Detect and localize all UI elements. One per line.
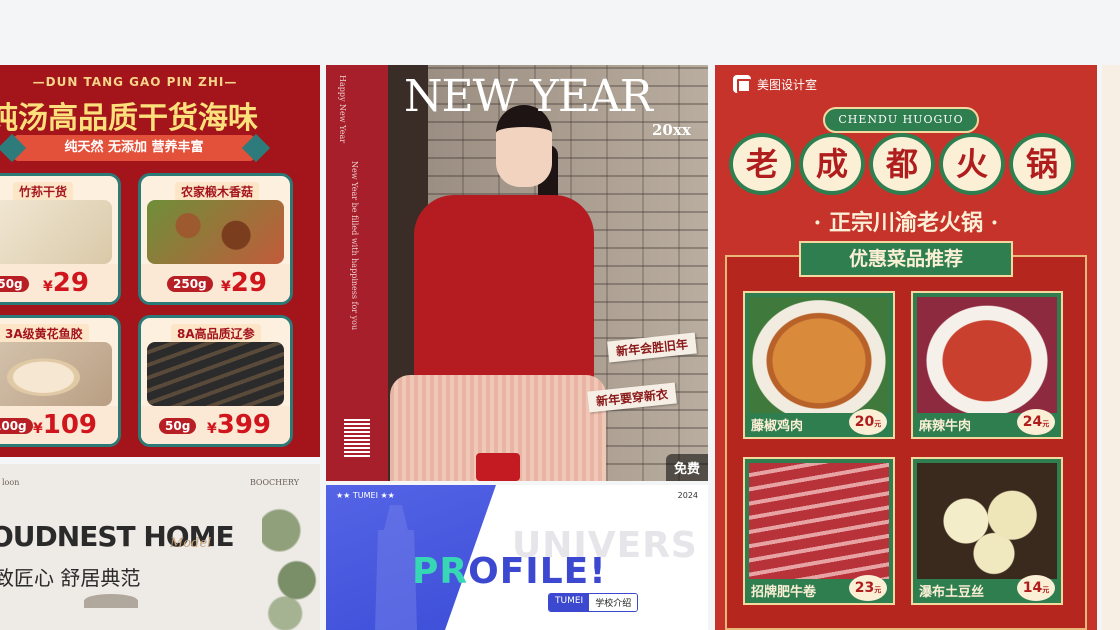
template-card-hotpot[interactable]: 美图设计室 CHENDU HUOGUO 老 成 都 火 锅 · 正宗川渝老火锅 … xyxy=(715,65,1097,630)
card-heading: NEW YEAR xyxy=(404,71,653,122)
product-weight: 50g xyxy=(159,418,197,434)
top-bar xyxy=(0,0,1120,62)
dish-card: 瀑布土豆丝 14元 xyxy=(911,457,1063,605)
product-price: ¥109 xyxy=(33,410,98,440)
price-bar xyxy=(141,264,290,302)
title-char: 成 xyxy=(799,133,865,195)
product-tile: 8A高品质辽参 50g ¥399 xyxy=(138,315,293,447)
card-subtitle: —DUN TANG GAO PIN ZHI— xyxy=(32,75,238,89)
dish-name: 招牌肥牛卷 xyxy=(751,585,817,600)
dish-name: 瀑布土豆丝 xyxy=(919,585,985,600)
product-weight: 100g xyxy=(0,418,33,434)
dish-card: 麻辣牛肉 24元 xyxy=(911,291,1063,439)
dish-price: 14元 xyxy=(1017,575,1055,601)
card-year: 20xx xyxy=(652,121,691,139)
template-card-partial[interactable] xyxy=(1102,65,1120,630)
dish-image xyxy=(749,297,889,413)
title-char: 锅 xyxy=(1009,133,1075,195)
dish-name: 藤椒鸡肉 xyxy=(751,419,804,434)
product-image xyxy=(0,342,112,406)
card-title: 炖汤高品质干货海味 xyxy=(0,101,258,136)
title-char: 老 xyxy=(729,133,795,195)
product-price: ¥399 xyxy=(207,410,272,440)
card-headline: PROFILE! xyxy=(412,551,607,592)
dish-image xyxy=(917,463,1057,579)
dish-price: 23元 xyxy=(849,575,887,601)
menu-banner: 优惠菜品推荐 xyxy=(799,241,1013,277)
dish-price: 24元 xyxy=(1017,409,1055,435)
dish-image xyxy=(917,297,1057,413)
template-card-home[interactable]: loon ВООСНЕRY OUDNEST HOME Model 致匠心 舒居典… xyxy=(0,464,320,630)
plant-decoration xyxy=(262,464,320,630)
slogan-pill: 纯天然 无添加 营养丰富 xyxy=(14,135,254,161)
barcode-icon xyxy=(344,417,370,457)
brand-label: 美图设计室 xyxy=(733,75,817,93)
side-text: Happy New Year xyxy=(338,75,347,144)
brand-name: 美图设计室 xyxy=(757,77,818,92)
small-text-right: ВООСНЕRY xyxy=(250,478,299,487)
product-weight: 250g xyxy=(0,276,29,292)
dish-card: 藤椒鸡肉 20元 xyxy=(743,291,895,439)
lamp-decoration xyxy=(84,594,138,608)
dish-card: 招牌肥牛卷 23元 xyxy=(743,457,895,605)
product-weight: 250g xyxy=(167,276,213,292)
title-circles: 老 成 都 火 锅 xyxy=(729,133,1075,195)
product-image xyxy=(0,200,112,264)
card-subline: 致匠心 舒居典范 xyxy=(0,566,141,590)
product-tag: 3A级黄花鱼胶 xyxy=(0,324,89,343)
small-text-left: loon xyxy=(2,478,20,487)
product-tile: 农家椴木香菇 250g ¥29 xyxy=(138,173,293,305)
product-tile: 竹荪干货 250g ¥29 xyxy=(0,173,121,305)
dish-image xyxy=(749,463,889,579)
product-tag: 8A高品质辽参 xyxy=(171,324,261,343)
product-tag: 竹荪干货 xyxy=(13,182,74,201)
photo-figure xyxy=(414,195,594,395)
product-tag: 农家椴木香菇 xyxy=(175,182,260,201)
dish-name: 麻辣牛肉 xyxy=(919,419,972,434)
product-price: ¥29 xyxy=(221,268,267,298)
title-char: 火 xyxy=(939,133,1005,195)
dish-price: 20元 xyxy=(849,409,887,435)
product-image xyxy=(147,342,284,406)
script-text: Model xyxy=(170,536,212,551)
pinyin-ribbon: CHENDU HUOGUO xyxy=(823,107,979,133)
photo-bag xyxy=(476,453,520,481)
brand-logo-icon xyxy=(733,75,751,93)
template-card-profile[interactable]: ★★ TUMEI ★★ 2024 UNIVERS PROFILE! TUMEI 学… xyxy=(326,485,708,630)
product-price: ¥29 xyxy=(43,268,89,298)
brand-text: ★★ TUMEI ★★ xyxy=(336,491,395,500)
card-subtitle: · 正宗川渝老火锅 · xyxy=(813,210,999,236)
template-card-dried-goods[interactable]: —DUN TANG GAO PIN ZHI— 炖汤高品质干货海味 纯天然 无添加… xyxy=(0,65,320,457)
title-char: 都 xyxy=(869,133,935,195)
school-chip: TUMEI 学校介绍 xyxy=(548,593,639,612)
card-year: 2024 xyxy=(677,491,698,500)
side-text: New Year be filled with happiness for yo… xyxy=(350,161,359,331)
free-badge: 免费 xyxy=(665,454,708,481)
product-tile: 3A级黄花鱼胶 100g ¥109 xyxy=(0,315,121,447)
product-image xyxy=(147,200,284,264)
template-card-new-year[interactable]: Happy New Year New Year be filled with h… xyxy=(326,65,708,481)
